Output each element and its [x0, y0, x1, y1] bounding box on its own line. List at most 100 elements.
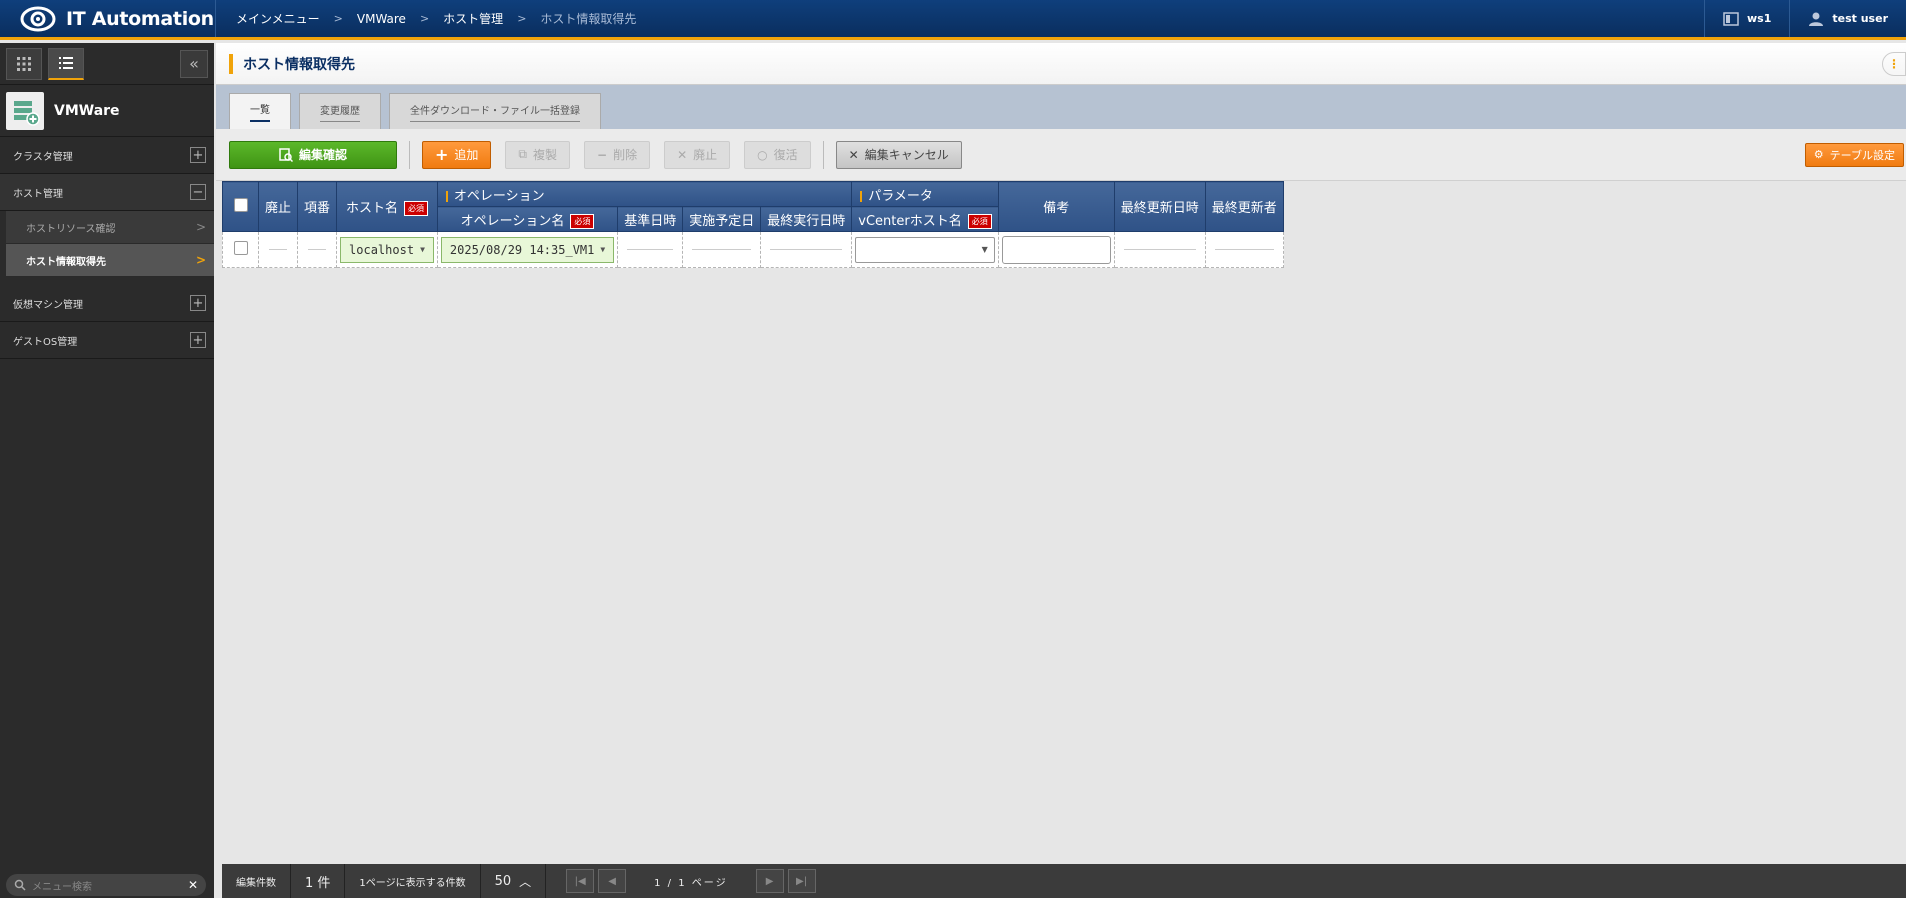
sidebar-group-host[interactable]: ホスト管理 − — [0, 174, 214, 211]
select-all-checkbox[interactable] — [233, 197, 248, 212]
operation-name-select[interactable]: 2025/08/29 14:35_VM1 ▼ — [440, 236, 615, 263]
breadcrumb-current: ホスト情報取得先 — [540, 12, 637, 26]
sidebar-item-label: ホストリソース確認 — [26, 223, 116, 235]
collapse-icon[interactable]: − — [190, 184, 206, 200]
expand-icon[interactable]: + — [190, 295, 206, 311]
list-view-tab[interactable] — [48, 47, 84, 80]
user-menu[interactable]: test user — [1789, 0, 1906, 37]
prev-page-button[interactable]: ◀ — [598, 869, 627, 893]
expand-icon[interactable]: + — [190, 147, 206, 163]
edit-confirm-button[interactable]: 編集確認 — [229, 140, 397, 169]
header-label: vCenterホスト名 — [858, 213, 962, 229]
menu-group-title: VMWare — [0, 85, 214, 137]
col-scheduled-date[interactable]: 実施予定日 — [682, 206, 762, 232]
data-grid: 廃止 項番 ホスト名 必須 オペレーション パラメータ 備考 最終更新日時 最終更… — [222, 181, 1284, 268]
button-label: 編集確認 — [298, 148, 347, 162]
col-vcenter-host[interactable]: vCenterホスト名 必須 — [851, 206, 999, 232]
first-page-button[interactable]: |◀ — [566, 869, 595, 893]
vmware-menu-icon — [6, 91, 44, 130]
discard-button[interactable]: ✕ 廃止 — [664, 140, 731, 169]
tab-label: 全件ダウンロード・ファイル一括登録 — [410, 102, 580, 122]
restore-button[interactable]: ○ 復活 — [744, 140, 811, 169]
discard-cell — [257, 231, 299, 268]
col-discard[interactable]: 廃止 — [257, 181, 299, 232]
sidebar-group-label: 仮想マシン管理 — [13, 299, 83, 311]
toolbar-divider — [409, 140, 410, 169]
select-value: localhost — [349, 242, 415, 257]
sidebar-group-vm[interactable]: 仮想マシン管理 + — [0, 285, 214, 322]
sidebar-item-host-resource[interactable]: ホストリソース確認 > — [6, 211, 214, 244]
required-badge: 必須 — [570, 213, 595, 229]
remarks-input[interactable] — [1001, 235, 1111, 264]
edit-cancel-button[interactable]: ✕ 編集キャンセル — [835, 140, 962, 169]
dropdown-arrow-icon: ▼ — [600, 245, 606, 254]
collapse-sidebar-button[interactable]: « — [180, 49, 208, 78]
x-icon: ✕ — [677, 147, 688, 162]
grid-view-tab[interactable] — [6, 47, 42, 80]
delete-button[interactable]: − 削除 — [584, 140, 651, 169]
sidebar-item-host-info-source[interactable]: ホスト情報取得先 > — [6, 244, 214, 277]
plus-icon: + — [435, 145, 449, 164]
per-page-label-cell: 1ページに表示する件数 — [345, 864, 481, 898]
tab-history[interactable]: 変更履歴 — [299, 93, 381, 129]
last-updater-cell — [1204, 231, 1284, 268]
col-remarks[interactable]: 備考 — [997, 181, 1115, 232]
page-title-bar: ホスト情報取得先 ⋮ — [216, 43, 1906, 85]
add-button[interactable]: + 追加 — [422, 140, 492, 169]
breadcrumb-main-menu[interactable]: メインメニュー — [236, 10, 320, 27]
col-item-no[interactable]: 項番 — [297, 181, 338, 232]
menu-search-input[interactable]: メニュー検索 ✕ — [6, 874, 206, 896]
last-page-button[interactable]: ▶| — [787, 869, 816, 893]
sidebar-group-guest-os[interactable]: ゲストOS管理 + — [0, 322, 214, 359]
next-page-button[interactable]: ▶ — [755, 869, 784, 893]
grid-icon — [17, 56, 31, 71]
workspace-selector[interactable]: ws1 — [1704, 0, 1789, 37]
col-operation-name[interactable]: オペレーション名 必須 — [436, 206, 619, 232]
workspace-icon — [1723, 11, 1739, 26]
dropdown-arrow-icon: ▼ — [420, 245, 425, 254]
toolbar: 編集確認 + 追加 ⧉ 複製 − 削除 ✕ 廃止 ○ 復活 ✕ 編集キャンセル … — [216, 129, 1906, 181]
sidebar: « VMWare クラスタ管理 + ホスト管理 − ホストリソース確認 > ホス… — [0, 43, 214, 898]
confirm-doc-icon — [279, 147, 293, 162]
copy-button[interactable]: ⧉ 複製 — [505, 140, 571, 169]
row-select-cell — [222, 231, 259, 268]
col-host-name[interactable]: ホスト名 必須 — [336, 181, 438, 232]
copy-icon: ⧉ — [518, 147, 527, 161]
breadcrumb-vmware[interactable]: VMWare — [357, 12, 406, 26]
table-settings-button[interactable]: ⚙ テーブル設定 — [1804, 142, 1904, 167]
sidebar-group-cluster[interactable]: クラスタ管理 + — [0, 137, 214, 174]
tab-list[interactable]: 一覧 — [229, 93, 291, 129]
col-last-updater[interactable]: 最終更新者 — [1204, 181, 1284, 232]
tab-download[interactable]: 全件ダウンロード・ファイル一括登録 — [389, 93, 601, 129]
app-title: IT Automation — [66, 7, 214, 30]
button-label: 廃止 — [693, 148, 718, 162]
required-badge: 必須 — [967, 213, 992, 229]
row-checkbox[interactable] — [233, 240, 248, 255]
host-name-select[interactable]: localhost ▼ — [340, 236, 434, 263]
button-label: 削除 — [613, 148, 638, 162]
col-base-datetime[interactable]: 基準日時 — [617, 206, 684, 232]
menu-group-name: VMWare — [54, 102, 120, 119]
vcenter-host-select[interactable]: ▼ — [855, 236, 995, 263]
user-name: test user — [1832, 12, 1888, 25]
search-icon — [14, 879, 26, 891]
col-last-exec[interactable]: 最終実行日時 — [760, 206, 853, 232]
minus-icon: − — [597, 147, 608, 162]
chevron-right-icon: > — [333, 12, 343, 25]
chevron-right-icon: > — [195, 253, 206, 267]
per-page-selector[interactable]: 50 ︿ — [481, 864, 547, 898]
breadcrumb-host-mgmt[interactable]: ホスト管理 — [443, 10, 503, 27]
app-logo[interactable]: IT Automation — [0, 0, 216, 37]
more-menu-button[interactable]: ⋮ — [1882, 51, 1906, 76]
col-last-updated[interactable]: 最終更新日時 — [1113, 181, 1206, 232]
list-icon — [59, 57, 73, 69]
breadcrumb: メインメニュー > VMWare > ホスト管理 > ホスト情報取得先 — [216, 10, 1704, 27]
select-all-header[interactable] — [222, 181, 259, 232]
per-page-label: 1ページに表示する件数 — [359, 877, 466, 889]
tab-label: 一覧 — [250, 101, 270, 122]
expand-icon[interactable]: + — [190, 332, 206, 348]
vcenter-host-cell: ▼ — [851, 231, 999, 268]
item-no-cell — [297, 231, 338, 268]
clear-search-icon[interactable]: ✕ — [188, 878, 198, 892]
